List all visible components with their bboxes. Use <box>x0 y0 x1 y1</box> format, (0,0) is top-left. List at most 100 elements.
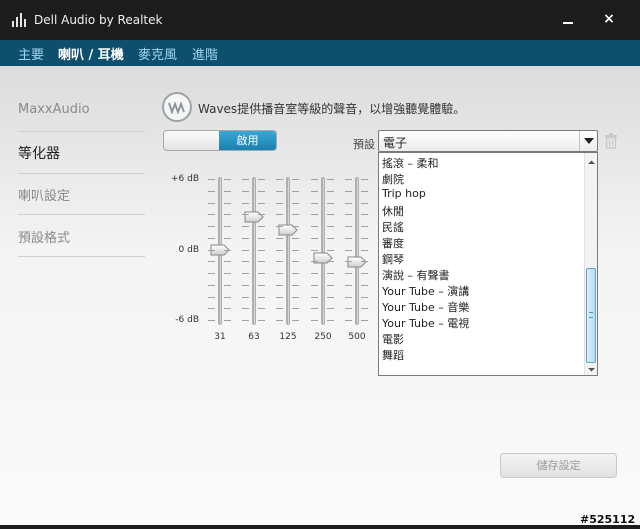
eq-tick-mark <box>292 250 299 251</box>
eq-tick-mark <box>361 214 368 215</box>
sidebar-item-maxxaudio[interactable]: MaxxAudio <box>18 102 90 117</box>
eq-tick-mark <box>311 179 318 180</box>
eq-freq-label: 500 <box>348 332 366 342</box>
eq-tick-mark <box>242 238 249 239</box>
window-title: Dell Audio by Realtek <box>34 13 163 27</box>
eq-tick-mark <box>327 238 334 239</box>
tab-advanced[interactable]: 進階 <box>192 44 218 63</box>
eq-tick-mark <box>224 179 231 180</box>
eq-tick-mark <box>224 250 231 251</box>
eq-tick-mark <box>242 214 249 215</box>
eq-tick-mark <box>311 273 318 274</box>
dropdown-option[interactable]: 休閒 <box>382 203 404 219</box>
eq-tick-mark <box>327 285 334 286</box>
preset-label: 預設 <box>353 138 375 151</box>
dropdown-option[interactable]: Trip hop <box>382 187 426 200</box>
enable-toggle[interactable]: 啟用 <box>163 130 277 151</box>
eq-tick-mark <box>361 191 368 192</box>
eq-tick-mark <box>311 297 318 298</box>
eq-tick-mark <box>345 191 352 192</box>
eq-tick-mark <box>242 226 249 227</box>
dropdown-option[interactable]: 審度 <box>382 235 404 251</box>
dropdown-option[interactable]: 演說 – 有聲書 <box>382 267 450 283</box>
eq-tick-mark <box>208 179 215 180</box>
dropdown-option[interactable]: Your Tube – 電視 <box>382 315 469 331</box>
eq-tick-mark <box>258 285 265 286</box>
eq-tick-mark <box>242 273 249 274</box>
save-settings-button[interactable]: 儲存設定 <box>500 453 617 478</box>
sidebar-item-default-format[interactable]: 預設格式 <box>18 227 70 246</box>
eq-tick-mark <box>361 297 368 298</box>
eq-tick-mark <box>292 179 299 180</box>
eq-tick-mark <box>258 226 265 227</box>
eq-tick-mark <box>208 320 215 321</box>
dropdown-option[interactable]: Your Tube – 演講 <box>382 283 469 299</box>
eq-tick-mark <box>345 308 352 309</box>
minimize-button[interactable] <box>555 10 581 30</box>
eq-tick-mark <box>242 297 249 298</box>
eq-tick-mark <box>311 191 318 192</box>
chevron-down-icon[interactable] <box>579 131 597 151</box>
scroll-up-icon[interactable] <box>587 156 596 165</box>
eq-slider-knob-63[interactable] <box>244 211 264 223</box>
eq-tick-mark <box>276 261 283 262</box>
waves-logo-icon <box>162 92 192 122</box>
title-bar: Dell Audio by Realtek × <box>0 0 640 40</box>
eq-tick-mark <box>361 285 368 286</box>
eq-tick-mark <box>327 226 334 227</box>
eq-tick-mark <box>327 297 334 298</box>
eq-slider-knob-500[interactable] <box>347 256 367 268</box>
eq-tick-mark <box>276 179 283 180</box>
waves-description: Waves提供播音室等級的聲音，以增強聽覺體驗。 <box>198 102 466 116</box>
scroll-down-icon[interactable] <box>587 363 596 372</box>
eq-slider-knob-250[interactable] <box>313 252 333 264</box>
scrollbar-thumb[interactable] <box>586 268 596 363</box>
db-label-bottom: -6 dB <box>175 315 199 325</box>
eq-tick-mark <box>361 273 368 274</box>
close-button[interactable]: × <box>596 10 622 30</box>
trash-icon[interactable] <box>604 133 618 149</box>
eq-slider-track-250[interactable] <box>321 177 325 325</box>
eq-tick-mark <box>361 226 368 227</box>
eq-tick-mark <box>345 273 352 274</box>
sidebar-item-speaker-settings[interactable]: 喇叭設定 <box>18 185 70 204</box>
eq-tick-mark <box>242 285 249 286</box>
eq-tick-mark <box>345 203 352 204</box>
dropdown-option[interactable]: 電影 <box>382 331 404 347</box>
eq-tick-mark <box>208 226 215 227</box>
eq-tick-mark <box>208 191 215 192</box>
sidebar-item-equalizer[interactable]: 等化器 <box>18 143 60 163</box>
eq-tick-mark <box>208 308 215 309</box>
main-nav: 主要 喇叭 / 耳機 麥克風 進階 <box>0 40 640 66</box>
dropdown-option[interactable]: 劇院 <box>382 171 404 187</box>
eq-tick-mark <box>258 214 265 215</box>
eq-tick-mark <box>208 273 215 274</box>
eq-slider-track-500[interactable] <box>355 177 359 325</box>
eq-tick-mark <box>208 214 215 215</box>
eq-tick-mark <box>311 261 318 262</box>
dropdown-scrollbar[interactable] <box>584 153 597 375</box>
eq-tick-mark <box>361 261 368 262</box>
eq-tick-mark <box>276 273 283 274</box>
dropdown-option[interactable]: Your Tube – 音樂 <box>382 299 469 315</box>
eq-tick-mark <box>327 191 334 192</box>
preset-dropdown-list[interactable]: 搖滾 – 柔和 劇院 Trip hop 休閒 民謠 審度 鋼琴 演說 – 有聲書… <box>378 152 598 376</box>
tab-speakers-headphones[interactable]: 喇叭 / 耳機 <box>58 44 124 63</box>
dropdown-option[interactable]: 舞蹈 <box>382 347 404 363</box>
eq-tick-mark <box>208 250 215 251</box>
sidebar-divider <box>18 214 145 215</box>
dropdown-option[interactable]: 鋼琴 <box>382 251 404 267</box>
tab-microphone[interactable]: 麥克風 <box>138 44 177 63</box>
eq-tick-mark <box>224 285 231 286</box>
eq-slider-track-125[interactable] <box>286 177 290 325</box>
eq-tick-mark <box>311 285 318 286</box>
preset-select[interactable]: 電子 <box>378 130 598 152</box>
tab-main[interactable]: 主要 <box>18 44 44 63</box>
dropdown-option[interactable]: 搖滾 – 柔和 <box>382 155 439 171</box>
eq-tick-mark <box>345 285 352 286</box>
eq-slider-track-63[interactable] <box>252 177 256 325</box>
dropdown-option[interactable]: 民謠 <box>382 219 404 235</box>
eq-tick-mark <box>258 273 265 274</box>
eq-tick-mark <box>327 261 334 262</box>
eq-tick-mark <box>208 261 215 262</box>
